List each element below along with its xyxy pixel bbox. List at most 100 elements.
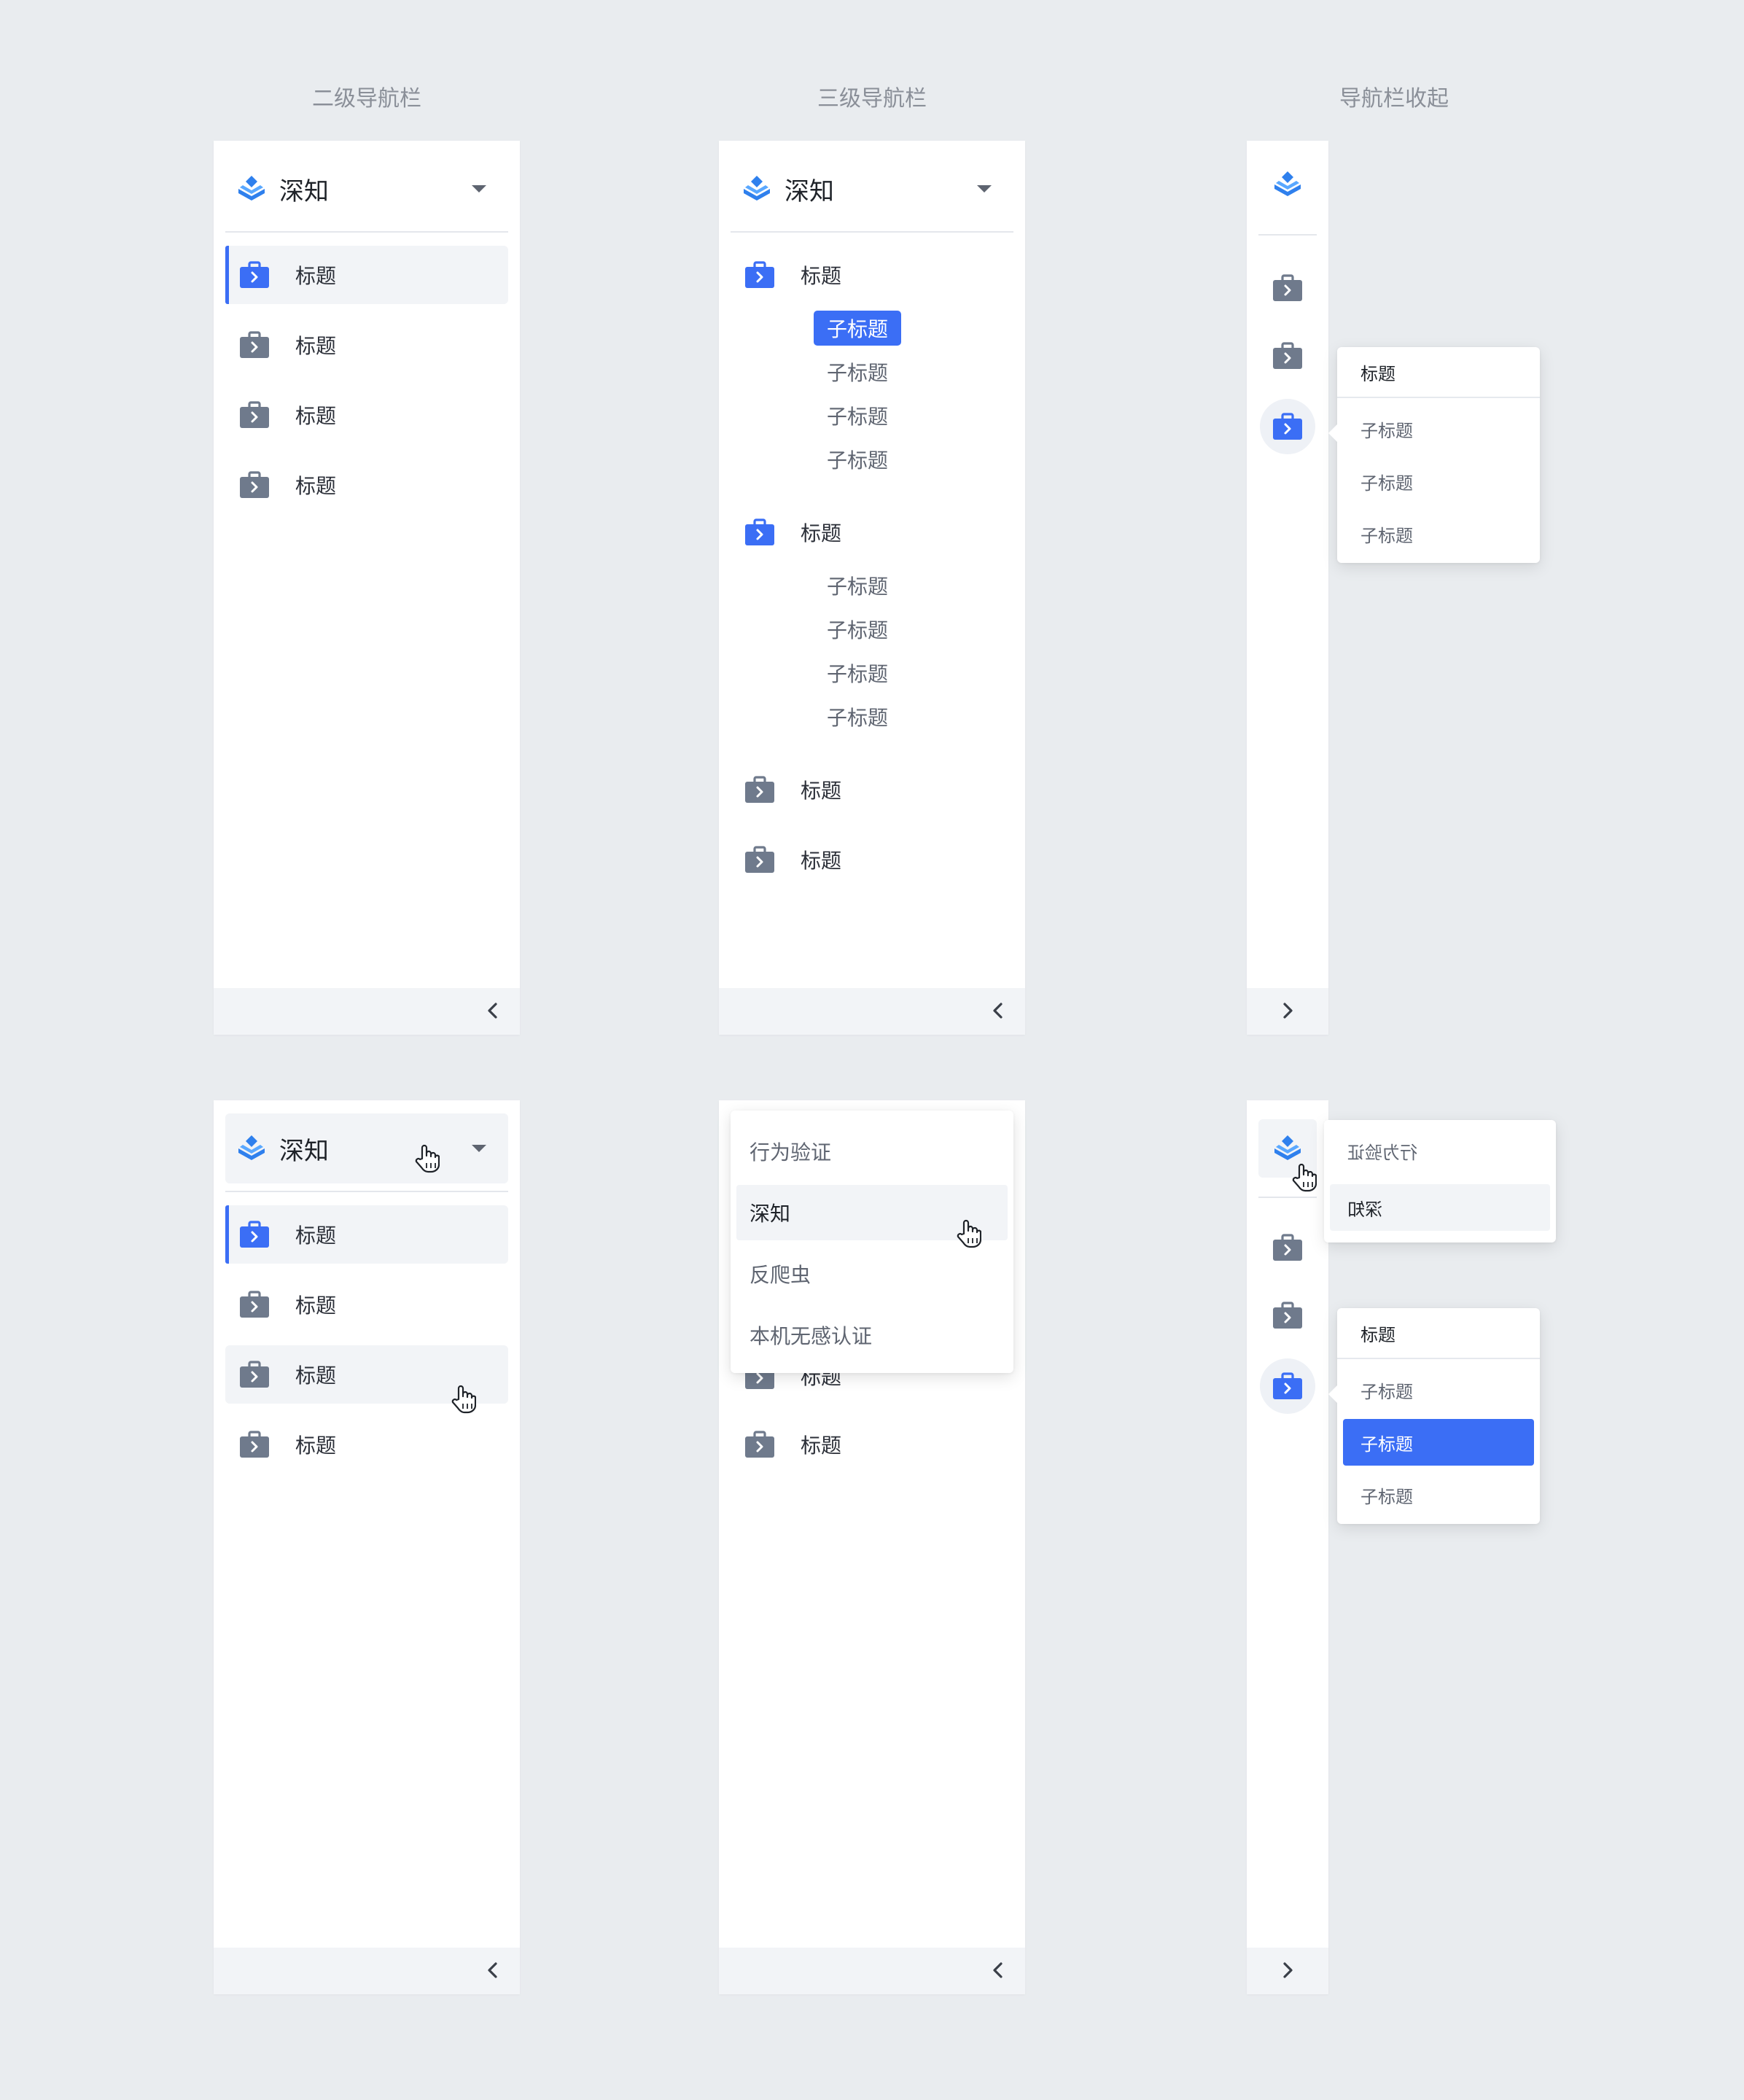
product-switcher[interactable]: 深知 <box>731 154 1013 224</box>
secondary-nav-panel: 深知 标题 标题 标题 标题 <box>214 141 520 1035</box>
flyout-menu: 标题 子标题 子标题 子标题 <box>1328 1308 1540 1524</box>
sub-item[interactable]: 子标题 <box>814 442 901 477</box>
collapse-bar[interactable] <box>214 1948 520 1994</box>
nav-item-label: 标题 <box>295 405 337 427</box>
collapse-bar[interactable] <box>214 988 520 1035</box>
flyout-arrow <box>1328 1385 1337 1403</box>
briefcase-icon <box>744 775 776 804</box>
chevron-left-icon[interactable] <box>989 1001 1008 1020</box>
caret-down-icon[interactable] <box>472 185 486 192</box>
briefcase-icon[interactable] <box>1272 412 1304 441</box>
brand-name: 深知 <box>785 177 834 206</box>
nav-item[interactable]: 标题 <box>225 1205 508 1264</box>
briefcase-icon <box>238 400 270 429</box>
product-flyout: 行为验证 深知 <box>1324 1120 1556 1242</box>
sub-item[interactable]: 子标题 <box>814 612 901 647</box>
flyout-arrow <box>1328 424 1337 442</box>
flyout-sub-item[interactable]: 子标题 <box>1343 405 1534 452</box>
collapsed-nav-panel-hover <box>1247 1100 1328 1994</box>
flyout-title: 标题 <box>1337 1308 1540 1359</box>
nav-item[interactable]: 标题 <box>731 1415 1013 1474</box>
product-switcher[interactable]: 深知 <box>225 1113 508 1183</box>
nav-group[interactable]: 标题 <box>731 503 1013 561</box>
briefcase-icon <box>238 330 270 359</box>
sub-item[interactable]: 子标题 <box>814 311 902 346</box>
briefcase-icon[interactable] <box>1272 1233 1304 1262</box>
briefcase-icon <box>238 260 270 289</box>
chevron-left-icon[interactable] <box>483 1961 502 1980</box>
nav-item[interactable]: 标题 <box>225 1275 508 1334</box>
sub-item[interactable]: 子标题 <box>814 398 901 433</box>
chevron-right-icon[interactable] <box>1278 1961 1297 1980</box>
flyout-sub-item[interactable]: 子标题 <box>1343 458 1534 505</box>
layers-icon[interactable] <box>1272 1132 1304 1164</box>
nav-item-label: 标题 <box>801 849 842 872</box>
dropdown-option[interactable]: 本机无感认证 <box>736 1307 1008 1363</box>
collapse-bar[interactable] <box>719 988 1025 1035</box>
divider <box>1258 1197 1317 1198</box>
briefcase-icon[interactable] <box>1272 273 1304 303</box>
product-switcher[interactable]: 深知 <box>225 154 508 224</box>
sub-item[interactable]: 子标题 <box>814 568 901 603</box>
sub-item[interactable]: 子标题 <box>814 699 901 734</box>
caret-down-icon[interactable] <box>472 1145 486 1152</box>
nav-item-label: 标题 <box>801 779 842 802</box>
chevron-left-icon[interactable] <box>483 1001 502 1020</box>
sub-item[interactable]: 子标题 <box>814 354 901 389</box>
nav-item-label: 标题 <box>295 475 337 497</box>
expand-bar[interactable] <box>1247 988 1328 1035</box>
product-option[interactable]: 行为验证 <box>1330 1127 1550 1174</box>
nav-item-label: 标题 <box>295 1364 337 1387</box>
hand-pointer-icon <box>1292 1163 1317 1192</box>
divider <box>225 231 508 233</box>
dropdown-option[interactable]: 行为验证 <box>736 1124 1008 1179</box>
collapse-bar[interactable] <box>719 1948 1025 1994</box>
product-option[interactable]: 深知 <box>1330 1184 1550 1231</box>
nav-group[interactable]: 标题 <box>731 246 1013 304</box>
briefcase-icon <box>238 470 270 499</box>
briefcase-icon[interactable] <box>1272 341 1304 370</box>
hand-pointer-icon <box>957 1219 981 1248</box>
brand-name: 深知 <box>279 177 329 206</box>
nav-item[interactable]: 标题 <box>225 456 508 514</box>
hand-pointer-icon <box>415 1144 440 1173</box>
dropdown-option[interactable]: 反爬虫 <box>736 1246 1008 1302</box>
column-title-tertiary-nav: 三级导航栏 <box>817 87 927 111</box>
nav-item[interactable]: 标题 <box>225 246 508 304</box>
briefcase-icon[interactable] <box>1272 1301 1304 1330</box>
expand-bar[interactable] <box>1247 1948 1328 1994</box>
layers-icon <box>741 173 773 205</box>
layers-icon[interactable] <box>1272 168 1304 201</box>
nav-item[interactable]: 标题 <box>225 316 508 374</box>
chevron-right-icon[interactable] <box>1278 1001 1297 1020</box>
nav-item-label: 标题 <box>801 1434 842 1457</box>
nav-item[interactable]: 标题 <box>225 386 508 444</box>
nav-item-label: 标题 <box>295 1224 337 1247</box>
product-option-label: 深知 <box>1347 1199 1382 1220</box>
nav-item[interactable]: 标题 <box>731 761 1013 819</box>
briefcase-icon <box>744 260 776 289</box>
nav-item-label: 标题 <box>295 1434 337 1457</box>
divider <box>225 1191 508 1192</box>
flyout-menu: 标题 子标题 子标题 子标题 <box>1328 347 1540 563</box>
column-title-collapsed-nav: 导航栏收起 <box>1339 87 1449 111</box>
nav-item[interactable]: 标题 <box>731 831 1013 889</box>
flyout-sub-item[interactable]: 子标题 <box>1343 510 1534 557</box>
layers-icon <box>235 1132 268 1164</box>
divider <box>1258 234 1317 236</box>
nav-item-label: 标题 <box>801 265 842 287</box>
sub-item[interactable]: 子标题 <box>814 656 901 691</box>
briefcase-icon[interactable] <box>1272 1372 1304 1401</box>
flyout-sub-item[interactable]: 子标题 <box>1343 1366 1534 1413</box>
caret-down-icon[interactable] <box>977 185 992 192</box>
brand-name: 深知 <box>279 1137 329 1165</box>
tertiary-nav-panel: 深知 标题 子标题 子标题 子标题 子标题 标题 子标题 子标题 子标题 子标题… <box>719 141 1025 1035</box>
nav-item[interactable]: 标题 <box>225 1415 508 1474</box>
flyout-sub-item[interactable]: 子标题 <box>1343 1471 1534 1518</box>
chevron-left-icon[interactable] <box>989 1961 1008 1980</box>
flyout-sub-item[interactable]: 子标题 <box>1343 1419 1534 1466</box>
nav-item-label: 标题 <box>295 335 337 357</box>
collapsed-nav-panel <box>1247 141 1328 1035</box>
divider <box>731 231 1013 233</box>
briefcase-icon <box>238 1290 270 1319</box>
